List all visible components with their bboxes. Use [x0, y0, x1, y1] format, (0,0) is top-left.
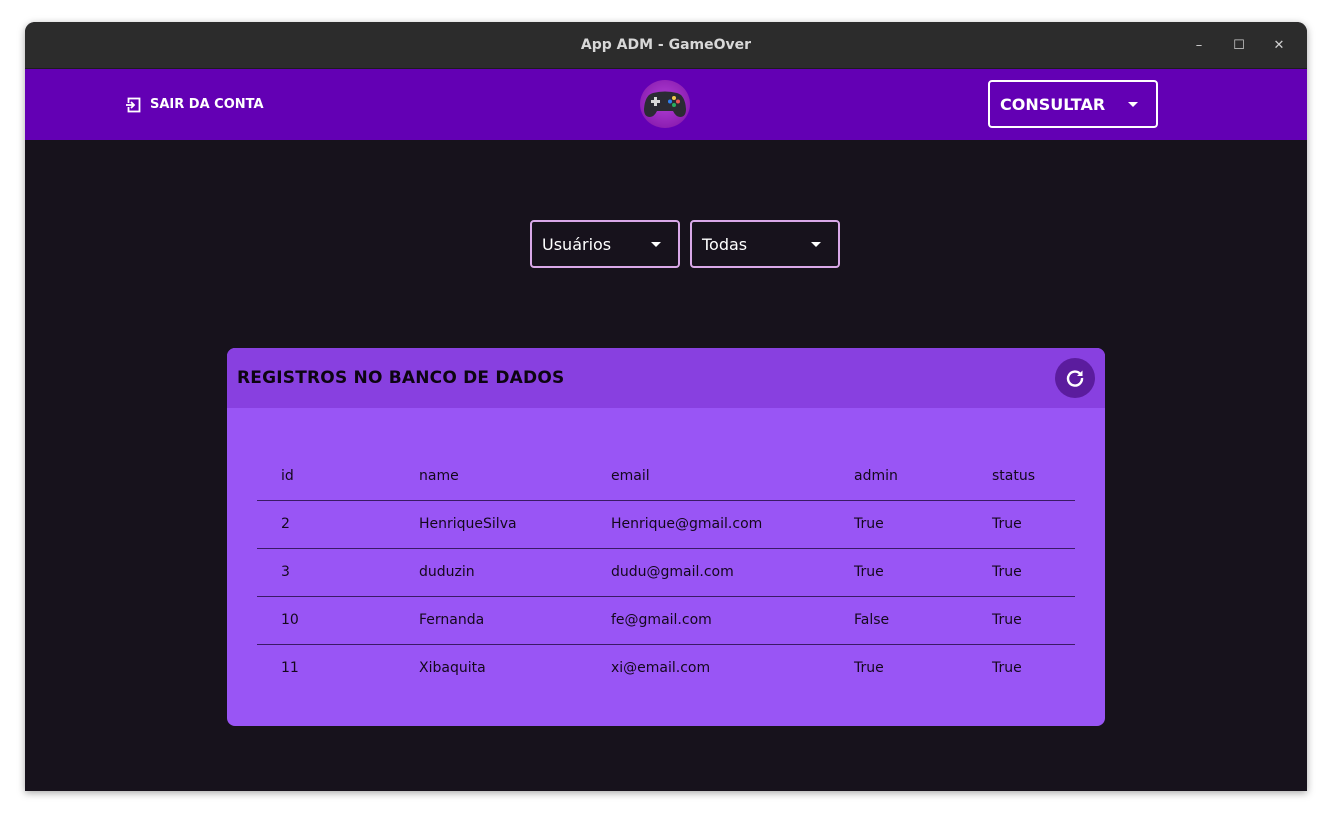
- cell-admin: True: [854, 660, 884, 677]
- close-button[interactable]: ✕: [1259, 32, 1299, 60]
- cell-email: fe@gmail.com: [587, 596, 830, 645]
- refresh-icon: [1066, 370, 1084, 387]
- cell-id: 2: [257, 500, 395, 549]
- app-header: SAIR DA CONTA CONSULTAR: [25, 69, 1307, 140]
- table-row[interactable]: 3 duduzin dudu@gmail.com True True: [257, 548, 1075, 597]
- table-row[interactable]: 10 Fernanda fe@gmail.com False True: [257, 596, 1075, 645]
- records-card: REGISTROS NO BANCO DE DADOS id name emai…: [227, 348, 1105, 726]
- title-bar: App ADM - GameOver – ☐ ✕: [25, 22, 1307, 69]
- scope-select-value: Todas: [702, 234, 748, 254]
- cell-admin: True: [830, 548, 968, 597]
- column-header-status[interactable]: status: [968, 452, 1075, 501]
- cell-email: xi@email.com: [611, 660, 711, 677]
- window-controls: – ☐ ✕: [1179, 22, 1299, 69]
- refresh-button[interactable]: [1055, 358, 1095, 398]
- minimize-button[interactable]: –: [1179, 32, 1219, 60]
- cell-status: True: [968, 500, 1075, 549]
- maximize-button[interactable]: ☐: [1219, 32, 1259, 60]
- cell-email: dudu@gmail.com: [587, 548, 830, 597]
- logout-button[interactable]: SAIR DA CONTA: [125, 69, 264, 140]
- filters-bar: Usuários Todas: [530, 220, 840, 268]
- chevron-down-icon: [811, 242, 821, 247]
- cell-id: 10: [257, 596, 395, 645]
- window-title: App ADM - GameOver: [580, 37, 752, 53]
- cell-status: True: [968, 548, 1075, 597]
- cell-name: Fernanda: [395, 596, 587, 645]
- app-window: App ADM - GameOver – ☐ ✕ SAIR DA CONTA C…: [25, 22, 1307, 791]
- column-header-email[interactable]: email: [587, 452, 830, 501]
- cell-status: True: [968, 596, 1075, 645]
- consult-menu-dropdown[interactable]: CONSULTAR: [988, 80, 1158, 128]
- records-card-title: REGISTROS NO BANCO DE DADOS: [237, 368, 565, 388]
- cell-name: duduzin: [395, 548, 587, 597]
- entity-select[interactable]: Usuários: [530, 220, 680, 268]
- logout-icon: [125, 97, 141, 112]
- cell-name: Xibaquita: [419, 660, 486, 677]
- cell-email: Henrique@gmail.com: [587, 500, 830, 549]
- scope-select[interactable]: Todas: [690, 220, 840, 268]
- table-row[interactable]: 11 Xibaquita xi@email.com True True: [257, 644, 1075, 692]
- column-header-admin[interactable]: admin: [830, 452, 968, 501]
- records-table: id name email admin status 2 HenriqueSil…: [257, 452, 1075, 692]
- table-header-row: id name email admin status: [257, 452, 1075, 501]
- cell-id: 11: [281, 660, 299, 677]
- column-header-name[interactable]: name: [395, 452, 587, 501]
- column-header-id[interactable]: id: [257, 452, 395, 501]
- records-card-header: REGISTROS NO BANCO DE DADOS: [227, 348, 1105, 408]
- cell-admin: False: [830, 596, 968, 645]
- entity-select-value: Usuários: [542, 234, 612, 254]
- cell-name: HenriqueSilva: [395, 500, 587, 549]
- cell-status: True: [992, 660, 1022, 677]
- cell-id: 3: [257, 548, 395, 597]
- table-row[interactable]: 2 HenriqueSilva Henrique@gmail.com True …: [257, 500, 1075, 549]
- chevron-down-icon: [651, 242, 661, 247]
- consult-menu-label: CONSULTAR: [1000, 94, 1106, 114]
- gamepad-icon: [640, 80, 690, 128]
- cell-admin: True: [830, 500, 968, 549]
- logout-label: SAIR DA CONTA: [150, 97, 264, 112]
- chevron-down-icon: [1128, 102, 1138, 107]
